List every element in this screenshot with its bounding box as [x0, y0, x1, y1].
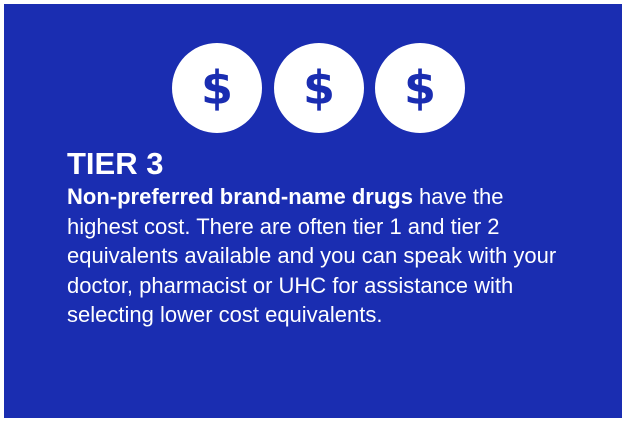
cost-icons: $ $ $: [172, 43, 465, 133]
dollar-sign-icon: $: [172, 43, 262, 133]
tier-3-card: $ $ $ TIER 3 Non-preferred brand-name dr…: [4, 4, 622, 418]
page-frame: $ $ $ TIER 3 Non-preferred brand-name dr…: [0, 0, 627, 423]
description-highlight: Non-preferred brand-name drugs: [67, 184, 413, 209]
dollar-sign-icon: $: [274, 43, 364, 133]
tier-description: Non-preferred brand-name drugs have the …: [67, 182, 557, 330]
dollar-sign-icon: $: [375, 43, 465, 133]
tier-title: TIER 3: [67, 146, 164, 181]
